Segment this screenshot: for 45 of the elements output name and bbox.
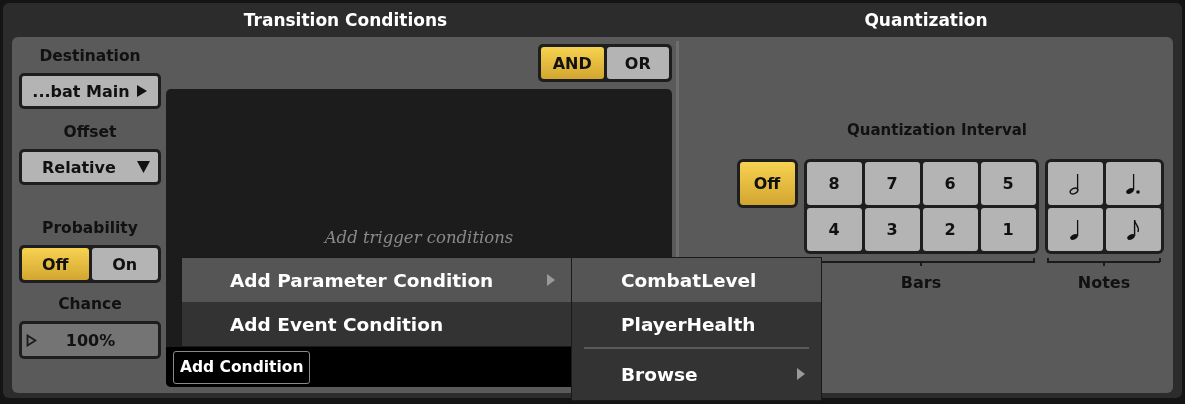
bar-button[interactable]: 6 bbox=[922, 162, 978, 205]
group-label: Bars bbox=[900, 273, 942, 292]
add-condition-button[interactable]: Add Condition bbox=[173, 350, 311, 384]
section-title: Transition Conditions bbox=[242, 10, 449, 30]
toggle-option[interactable]: On bbox=[91, 248, 158, 280]
bar-button[interactable]: 3 bbox=[864, 208, 920, 251]
play-icon bbox=[26, 333, 37, 347]
menu-item[interactable]: PlayerHealth bbox=[572, 302, 821, 346]
bar-button[interactable]: 2 bbox=[922, 208, 978, 251]
quarter-note-icon bbox=[1069, 218, 1081, 241]
bar-button[interactable]: 8 bbox=[806, 162, 862, 205]
bar-button[interactable]: 5 bbox=[980, 162, 1036, 205]
submenu-arrow-icon bbox=[547, 274, 555, 286]
offset-dropdown[interactable]: Relative bbox=[19, 149, 161, 185]
field-label: Chance bbox=[58, 294, 122, 315]
dotted-note-icon bbox=[1125, 172, 1141, 195]
section-title: Quantization bbox=[863, 10, 989, 30]
half-note-icon bbox=[1069, 172, 1081, 195]
field-label: Destination bbox=[39, 46, 141, 67]
note-button[interactable] bbox=[1047, 208, 1103, 251]
field-label: Probability bbox=[42, 218, 138, 239]
field-label: Offset bbox=[63, 122, 117, 143]
menu-item[interactable]: Add Event Condition bbox=[182, 302, 571, 346]
note-button[interactable] bbox=[1047, 162, 1103, 205]
bar-button[interactable]: 1 bbox=[980, 208, 1036, 251]
menu-item[interactable]: Browse bbox=[572, 352, 821, 396]
note-button[interactable] bbox=[1105, 208, 1161, 251]
destination-button[interactable]: ...bat Main bbox=[19, 73, 161, 109]
toggle-option[interactable]: OR bbox=[606, 47, 669, 79]
toggle-option[interactable]: Off bbox=[22, 248, 89, 280]
placeholder-text: Add trigger conditions bbox=[324, 228, 514, 247]
note-button[interactable] bbox=[1105, 162, 1161, 205]
menu-item[interactable]: Add Parameter Condition bbox=[182, 258, 571, 302]
arrow-icon bbox=[135, 84, 148, 98]
group-label: Notes bbox=[1077, 273, 1131, 292]
submenu-arrow-icon bbox=[797, 368, 805, 380]
menu-item[interactable]: CombatLevel bbox=[572, 258, 821, 302]
caret-icon bbox=[137, 161, 150, 173]
interval-label: Quantization Interval bbox=[847, 121, 1027, 139]
chance-slider[interactable]: 100% bbox=[19, 321, 161, 359]
eighth-note-icon bbox=[1126, 218, 1140, 241]
bar-button[interactable]: 4 bbox=[806, 208, 862, 251]
bar-button[interactable]: 7 bbox=[864, 162, 920, 205]
toggle-option[interactable]: AND bbox=[541, 47, 604, 79]
off-button[interactable]: Off bbox=[736, 159, 798, 208]
